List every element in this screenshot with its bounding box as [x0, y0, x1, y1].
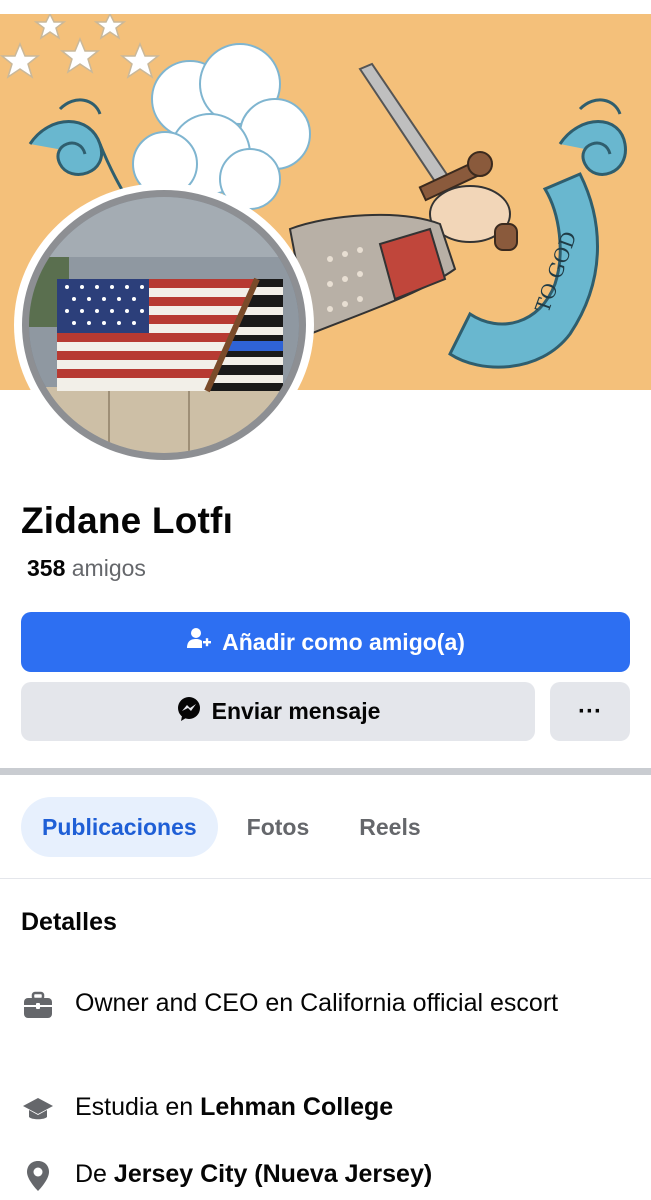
detail-hometown: De Jersey City (Nueva Jersey)	[21, 1157, 585, 1193]
send-message-label: Enviar mensaje	[211, 698, 381, 724]
friends-label: amigos	[71, 555, 146, 581]
tab-reels[interactable]: Reels	[338, 797, 441, 857]
detail-hometown-prefix: De	[75, 1160, 107, 1188]
detail-education-prefix: Estudia en	[75, 1093, 194, 1121]
friends-number: 358	[27, 555, 66, 581]
briefcase-icon	[21, 988, 55, 1022]
detail-hometown-city[interactable]: Jersey City (Nueva Jersey)	[114, 1160, 432, 1188]
friends-count[interactable]: 358 amigos	[27, 555, 146, 582]
more-dots-icon: ···	[578, 697, 602, 725]
tab-photos[interactable]: Fotos	[226, 797, 331, 857]
tab-posts[interactable]: Publicaciones	[21, 797, 218, 857]
detail-education-school[interactable]: Lehman College	[200, 1093, 393, 1121]
tabs-divider	[0, 878, 651, 879]
messenger-icon	[176, 696, 202, 728]
detail-work: Owner and CEO en California official esc…	[21, 986, 585, 1022]
flag-photo	[29, 197, 299, 453]
section-separator	[0, 768, 651, 775]
profile-tabs: Publicaciones Fotos Reels	[21, 797, 450, 857]
add-friend-button[interactable]: Añadir como amigo(a)	[21, 612, 630, 672]
add-friend-label: Añadir como amigo(a)	[222, 628, 465, 655]
graduation-cap-icon	[21, 1092, 55, 1126]
top-edge	[0, 0, 651, 15]
send-message-button[interactable]: Enviar mensaje	[21, 682, 535, 741]
details-heading: Detalles	[21, 908, 117, 936]
more-options-button[interactable]: ···	[550, 682, 630, 741]
location-pin-icon	[21, 1159, 55, 1193]
add-friend-icon	[186, 626, 212, 658]
detail-education: Estudia en Lehman College	[21, 1090, 585, 1126]
profile-name: Zidane Lotfı	[21, 500, 234, 541]
profile-photo[interactable]	[22, 190, 306, 460]
detail-work-text: Owner and CEO en California official esc…	[75, 989, 559, 1017]
